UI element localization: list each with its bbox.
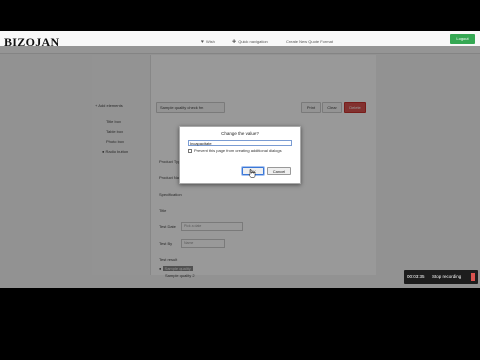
dialog-value-input[interactable]: Incapacitate <box>188 140 292 146</box>
heart-icon: ♥ <box>201 39 204 45</box>
prevent-dialogs-label: Prevent this page from creating addition… <box>194 148 282 153</box>
prevent-dialogs-checkbox[interactable] <box>188 149 192 153</box>
gift-icon: ✚ <box>232 39 237 45</box>
dialog-title: Change the value? <box>221 131 259 136</box>
recording-icon <box>471 273 475 281</box>
logout-button[interactable]: Logout <box>450 34 475 44</box>
recorder-widget: 00:03:35 Stop recording <box>404 270 478 284</box>
change-value-dialog: Change the value? Incapacitate Prevent t… <box>179 126 301 184</box>
recorder-timer: 00:03:35 <box>407 274 425 279</box>
stop-recording-button[interactable]: Stop recording <box>432 274 461 279</box>
nav-item-wish[interactable]: ♥ Wish <box>201 39 215 45</box>
cancel-button[interactable]: Cancel <box>267 167 291 175</box>
nav-item-quick[interactable]: ✚ Quick navigation <box>232 39 268 45</box>
nav-item-create[interactable]: Create New Quote Format <box>286 39 333 44</box>
hand-cursor-icon <box>248 169 256 178</box>
